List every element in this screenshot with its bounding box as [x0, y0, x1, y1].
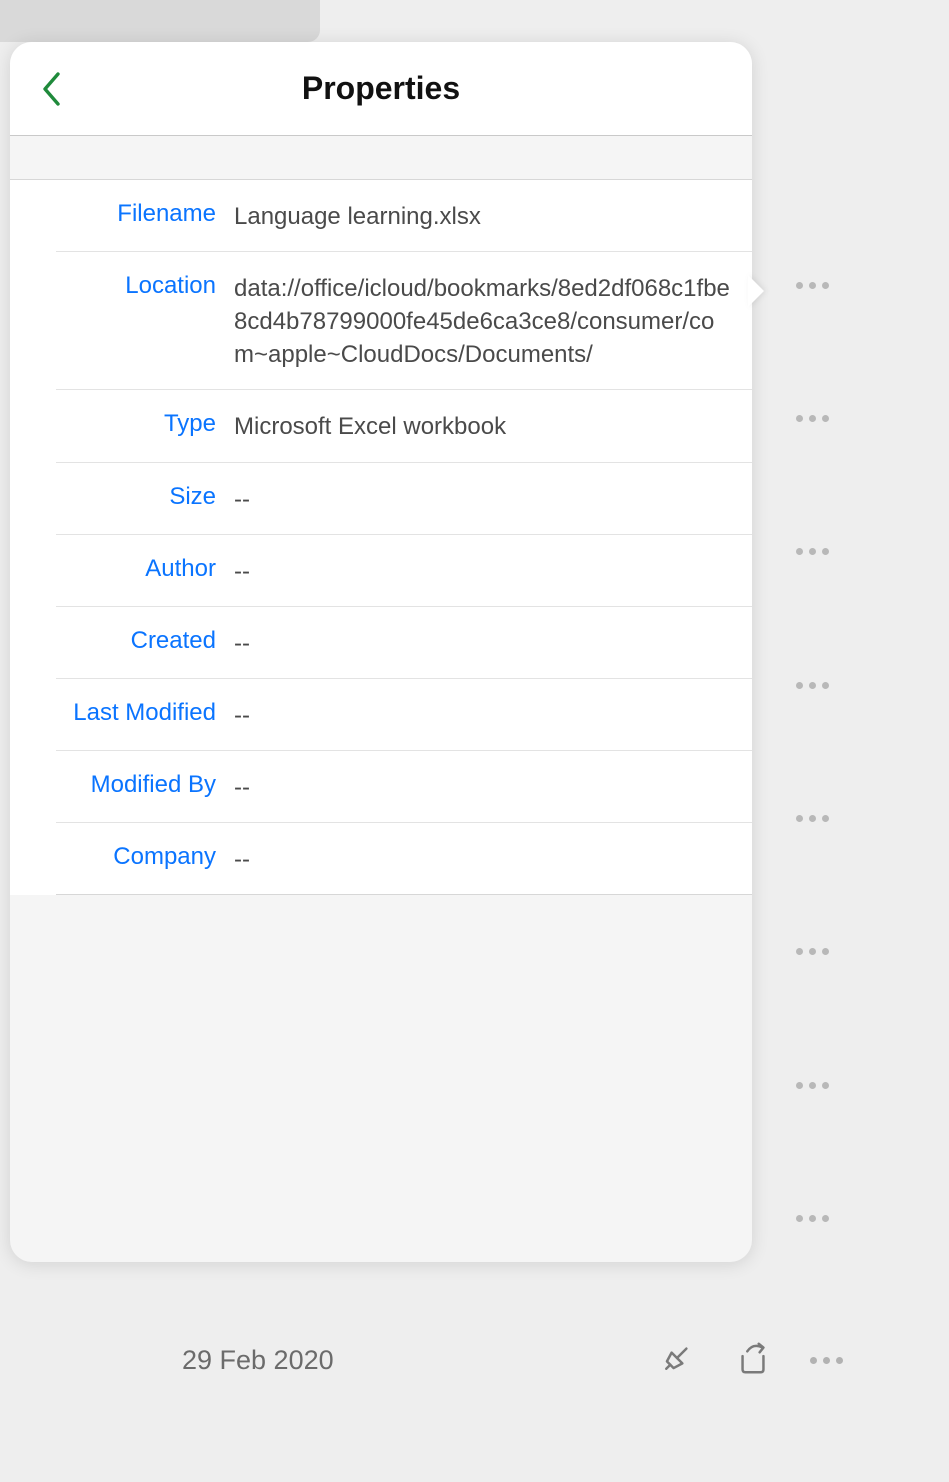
more-options-button[interactable]: [796, 1215, 829, 1222]
footer-date: 29 Feb 2020: [182, 1345, 334, 1376]
label-location: Location: [56, 270, 216, 300]
row-type: Type Microsoft Excel workbook: [56, 390, 752, 462]
header-spacer: [10, 136, 752, 180]
value-modified-by: --: [216, 769, 250, 804]
label-filename: Filename: [56, 198, 216, 228]
more-options-button[interactable]: [796, 682, 829, 689]
label-created: Created: [56, 625, 216, 655]
row-size: Size --: [56, 463, 752, 535]
row-created: Created --: [56, 607, 752, 679]
row-filename: Filename Language learning.xlsx: [56, 180, 752, 252]
row-last-modified: Last Modified --: [56, 679, 752, 751]
row-modified-by: Modified By --: [56, 751, 752, 823]
value-filename: Language learning.xlsx: [216, 198, 481, 233]
share-button[interactable]: [734, 1339, 772, 1382]
label-size: Size: [56, 481, 216, 511]
footer-more-button[interactable]: [810, 1357, 843, 1364]
value-type: Microsoft Excel workbook: [216, 408, 506, 443]
row-author: Author --: [56, 535, 752, 607]
chevron-left-icon: [40, 71, 62, 107]
properties-list: Filename Language learning.xlsx Location…: [10, 180, 752, 895]
more-options-button[interactable]: [796, 282, 829, 289]
footer-actions: [658, 1339, 843, 1382]
more-options-button[interactable]: [796, 415, 829, 422]
back-button[interactable]: [34, 69, 68, 109]
footer: 29 Feb 2020: [0, 1312, 949, 1482]
label-last-modified: Last Modified: [56, 697, 216, 727]
row-company: Company --: [56, 823, 752, 895]
panel-header: Properties: [10, 42, 752, 136]
value-location: data://office/icloud/bookmarks/8ed2df068…: [216, 270, 734, 371]
background-tab: [0, 0, 320, 42]
label-modified-by: Modified By: [56, 769, 216, 799]
properties-panel: Properties Filename Language learning.xl…: [10, 42, 752, 1262]
more-options-button[interactable]: [796, 548, 829, 555]
more-options-button[interactable]: [796, 1082, 829, 1089]
value-last-modified: --: [216, 697, 250, 732]
panel-title: Properties: [10, 70, 752, 107]
row-location: Location data://office/icloud/bookmarks/…: [56, 252, 752, 390]
panel-callout-arrow: [748, 275, 764, 307]
pin-icon: [658, 1339, 696, 1377]
value-author: --: [216, 553, 250, 588]
label-type: Type: [56, 408, 216, 438]
label-author: Author: [56, 553, 216, 583]
more-options-button[interactable]: [796, 948, 829, 955]
more-options-button[interactable]: [796, 815, 829, 822]
pin-button[interactable]: [658, 1339, 696, 1382]
value-size: --: [216, 481, 250, 516]
label-company: Company: [56, 841, 216, 871]
value-company: --: [216, 841, 250, 876]
share-icon: [734, 1339, 772, 1377]
value-created: --: [216, 625, 250, 660]
